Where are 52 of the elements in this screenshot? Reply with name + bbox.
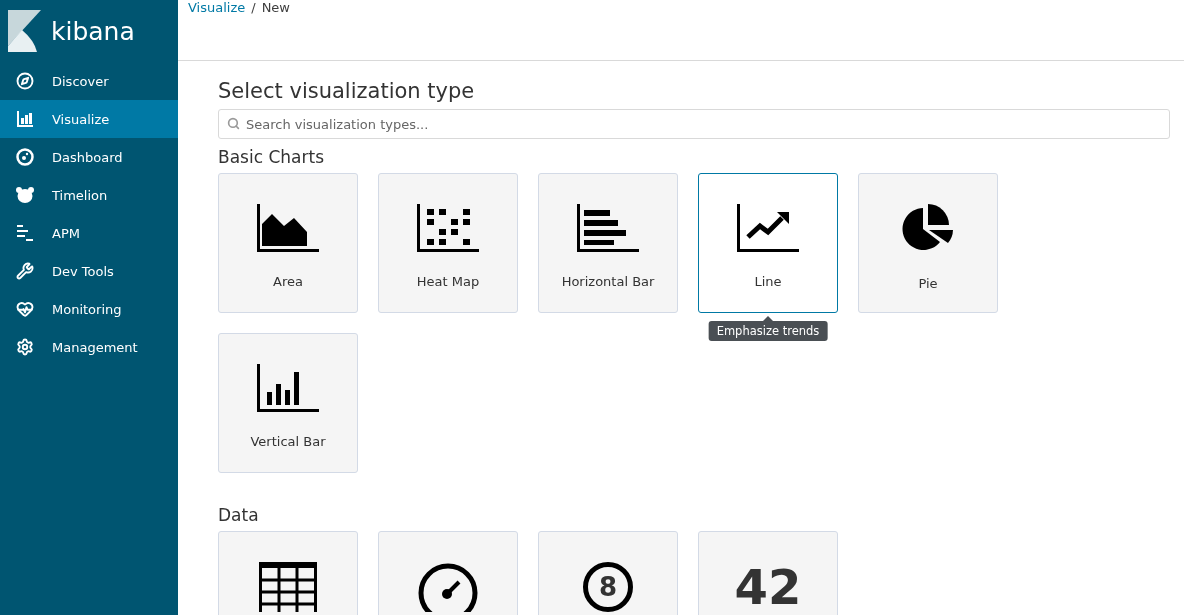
visualization-card[interactable]: Line xyxy=(698,173,838,313)
nav-label: Timelion xyxy=(52,187,108,203)
breadcrumb-current: New xyxy=(261,0,290,16)
nav-label: Monitoring xyxy=(52,301,122,317)
horizontal-bar-icon xyxy=(577,204,639,252)
area-chart-icon xyxy=(257,204,319,252)
goal-icon: 8 xyxy=(583,562,633,612)
nav-item[interactable]: Management xyxy=(0,328,178,366)
line-chart-icon xyxy=(737,204,799,252)
nav-label: Visualize xyxy=(52,111,110,127)
search-field[interactable]: Search visualization types... xyxy=(218,109,1170,139)
metric-number: 42 xyxy=(734,562,802,612)
section-heading: Basic Charts xyxy=(218,147,325,167)
vertical-bar-icon xyxy=(257,364,319,412)
nav-item[interactable]: Dev Tools xyxy=(0,252,178,290)
dashboard-icon xyxy=(16,148,34,166)
tooltip-arrow-icon xyxy=(763,316,773,321)
gauge-icon xyxy=(417,562,479,612)
nav-item[interactable]: Timelion xyxy=(0,176,178,214)
nav-item[interactable]: Monitoring xyxy=(0,290,178,328)
section-heading: Data xyxy=(218,505,260,525)
visualization-card[interactable]: Horizontal Bar xyxy=(538,173,678,313)
breadcrumb-link[interactable]: Visualize xyxy=(188,0,246,16)
visualization-card[interactable]: Heat Map xyxy=(378,173,518,313)
compass-icon xyxy=(16,72,34,90)
nav-item[interactable]: Discover xyxy=(0,62,178,100)
heat-map-icon xyxy=(417,204,479,252)
nav-label: APM xyxy=(52,225,80,241)
visualization-card[interactable]: Area xyxy=(218,173,358,313)
nav-label: Discover xyxy=(52,73,109,89)
logo-icon xyxy=(8,10,41,52)
nav-item[interactable]: APM xyxy=(0,214,178,252)
lines-icon xyxy=(16,224,34,242)
nav-label: Dashboard xyxy=(52,149,123,165)
nav-item[interactable]: Dashboard xyxy=(0,138,178,176)
breadcrumb-separator: / xyxy=(251,0,256,16)
search-icon xyxy=(227,117,240,130)
nav-label: Management xyxy=(52,339,138,355)
table-icon xyxy=(259,562,317,612)
visualization-card[interactable]: 42 xyxy=(698,531,838,615)
visualization-card[interactable]: Vertical Bar xyxy=(218,333,358,473)
heart-pulse-icon xyxy=(16,300,34,318)
page-title: Select visualization type xyxy=(218,79,476,103)
logo-text: kibana xyxy=(51,16,135,46)
bar-chart-icon xyxy=(16,110,34,128)
nav-item[interactable]: Visualize xyxy=(0,100,178,138)
settings-icon xyxy=(16,338,34,356)
visualization-card[interactable]: Pie xyxy=(858,173,998,313)
wrench-icon xyxy=(16,262,34,280)
nav-label: Dev Tools xyxy=(52,263,114,279)
bear-icon xyxy=(16,187,34,203)
visualization-card[interactable]: 8 xyxy=(538,531,678,615)
